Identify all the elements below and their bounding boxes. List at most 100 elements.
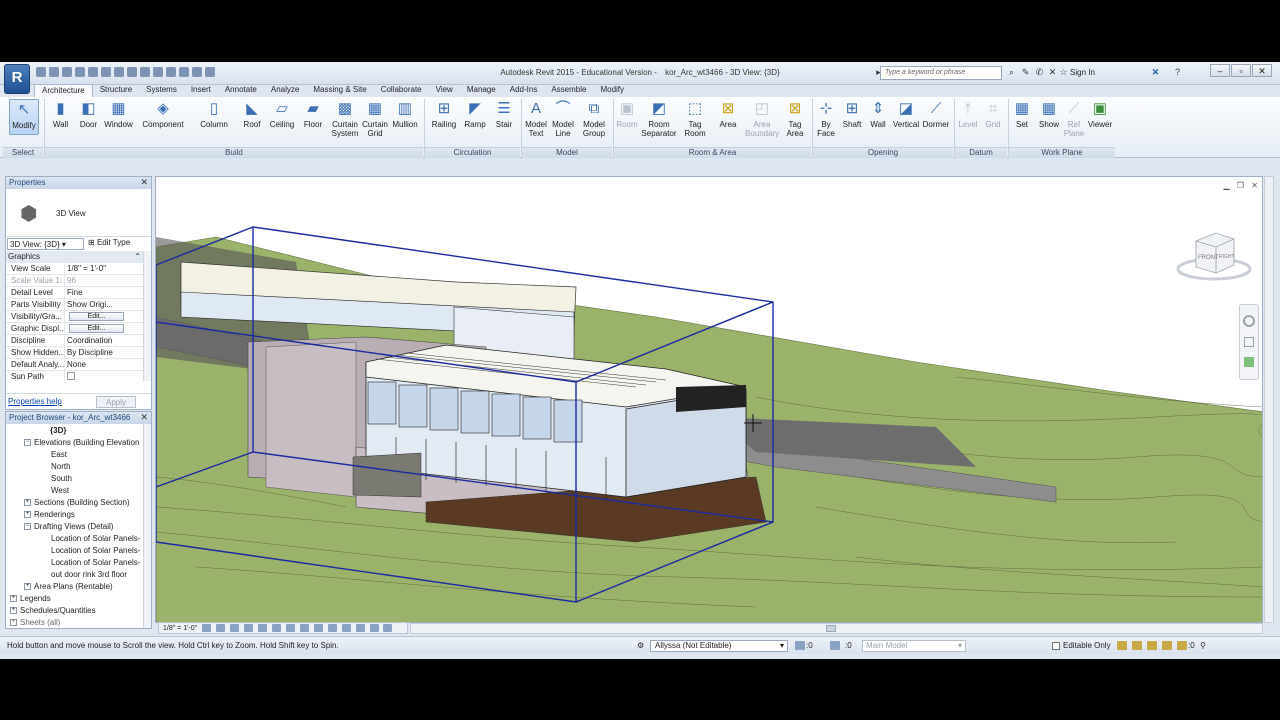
property-value[interactable]: 1/8" = 1'-0" — [65, 263, 126, 274]
property-value[interactable]: By Discipline — [65, 347, 126, 358]
set-work-plane-button[interactable]: ▦ Set — [1010, 99, 1034, 129]
model-line-button[interactable]: ⌒ Model Line — [550, 99, 576, 138]
collapse-icon[interactable]: − — [24, 439, 31, 447]
tab-add-ins[interactable]: Add-Ins — [503, 84, 545, 97]
model-text-button[interactable]: A Model Text — [523, 99, 549, 138]
active-workset-dropdown[interactable]: Allyssa (Not Editable) ▾ — [650, 640, 788, 652]
shaft-button[interactable]: ⊞ Shaft — [840, 99, 864, 129]
show-crop-icon[interactable] — [285, 624, 295, 633]
lock-view-icon[interactable] — [299, 624, 309, 633]
subscription-icon[interactable]: ✎ — [1020, 67, 1031, 78]
viewport-horizontal-scrollbar[interactable] — [410, 623, 1263, 634]
tree-item-drafting-view[interactable]: Location of Solar Panels- — [51, 534, 140, 543]
orbit-icon[interactable] — [1244, 357, 1254, 367]
tree-item-drafting-view[interactable]: Location of Solar Panels- — [51, 558, 140, 567]
railing-button[interactable]: ⊞ Railing — [429, 99, 459, 129]
tag-area-button[interactable]: ⊠ Tag Area — [782, 99, 808, 138]
minimize-view-icon[interactable]: ▁ — [1224, 181, 1230, 190]
tab-annotate[interactable]: Annotate — [218, 84, 264, 97]
ramp-button[interactable]: ◤ Ramp — [462, 99, 488, 129]
expand-icon[interactable]: + — [24, 583, 31, 591]
visibility-edit-button[interactable]: Edit... — [69, 312, 124, 321]
tree-item-legends[interactable]: + Legends — [10, 594, 51, 603]
viewcube[interactable]: FRONT RIGHT — [1176, 229, 1252, 285]
highlight-displacement-icon[interactable] — [369, 624, 379, 633]
grid-button[interactable]: ⌗ Grid — [981, 99, 1005, 129]
close-button[interactable]: ✕ — [1252, 64, 1272, 77]
tab-modify[interactable]: Modify — [593, 84, 631, 97]
drag-elements-icon[interactable] — [1177, 641, 1187, 650]
project-browser-scrollbar[interactable] — [143, 424, 151, 628]
select-links-icon[interactable] — [1117, 641, 1127, 650]
detail-level-icon[interactable] — [202, 624, 212, 633]
scroll-thumb[interactable] — [826, 625, 836, 632]
steering-wheel-icon[interactable] — [1243, 315, 1255, 327]
shadows-icon[interactable] — [243, 624, 253, 633]
mullion-button[interactable]: ▥ Mullion — [390, 99, 420, 129]
graphics-section-header[interactable]: Graphics ⌃ — [6, 251, 151, 263]
tree-item-renderings[interactable]: + Renderings — [24, 510, 75, 519]
edit-type-button[interactable]: ⊞ Edit Type — [88, 238, 130, 247]
wall-opening-button[interactable]: ⇕ Wall — [866, 99, 890, 129]
property-value[interactable]: None — [65, 359, 126, 370]
vertical-button[interactable]: ◪ Vertical — [891, 99, 921, 129]
graphic-display-edit-button[interactable]: Edit... — [69, 324, 124, 333]
expand-icon[interactable]: + — [10, 607, 17, 615]
area-button[interactable]: ⊠ Area — [714, 99, 742, 129]
maximize-button[interactable]: ▫ — [1231, 64, 1251, 77]
tab-manage[interactable]: Manage — [460, 84, 503, 97]
editable-only-checkbox[interactable] — [1052, 641, 1060, 650]
close-icon[interactable]: ✕ — [140, 412, 148, 423]
tree-item-area-plans[interactable]: + Area Plans (Rentable) — [24, 582, 113, 591]
reveal-constraints-icon[interactable] — [383, 624, 393, 633]
tab-assemble[interactable]: Assemble — [544, 84, 593, 97]
select-pinned-icon[interactable] — [1147, 641, 1157, 650]
tab-view[interactable]: View — [429, 84, 460, 97]
tag-room-button[interactable]: ⬚ Tag Room — [682, 99, 708, 138]
window-button[interactable]: ▦ Window — [102, 99, 135, 129]
tree-item-west[interactable]: West — [51, 486, 69, 495]
roof-button[interactable]: ◣ Roof — [240, 99, 264, 129]
worksharing-display-icon[interactable] — [341, 624, 351, 633]
close-view-icon[interactable]: ✕ — [1251, 181, 1258, 190]
viewcube-right-label[interactable]: RIGHT — [1219, 254, 1235, 260]
apply-button[interactable]: Apply — [96, 396, 136, 408]
tab-collaborate[interactable]: Collaborate — [374, 84, 429, 97]
tree-item-south[interactable]: South — [51, 474, 72, 483]
reveal-hidden-icon[interactable] — [327, 624, 337, 633]
design-options-icon[interactable] — [830, 641, 840, 650]
select-panel-label[interactable]: Select — [3, 147, 43, 158]
tree-item-elevations[interactable]: − Elevations (Building Elevation — [24, 438, 139, 447]
tree-item-drafting-view[interactable]: out door rink 3rd floor — [51, 570, 127, 579]
expand-icon[interactable]: + — [24, 499, 31, 507]
crop-view-icon[interactable] — [271, 624, 281, 633]
expand-icon[interactable]: + — [10, 595, 17, 603]
tree-item-drafting-views[interactable]: − Drafting Views (Detail) — [24, 522, 113, 531]
help-icon[interactable]: ? — [1172, 67, 1183, 78]
column-button[interactable]: ▯ Column — [197, 99, 231, 129]
tab-massing-site[interactable]: Massing & Site — [306, 84, 373, 97]
expand-icon[interactable]: + — [24, 511, 31, 519]
view-scale-button[interactable]: 1/8" = 1'-0" — [159, 625, 197, 632]
editing-requests-icon[interactable] — [795, 641, 805, 650]
tree-item-3d[interactable]: {3D} — [50, 426, 66, 435]
help-search-input[interactable]: Type a keyword or phrase — [880, 66, 1002, 80]
properties-scrollbar[interactable] — [143, 251, 151, 381]
view-instance-dropdown[interactable]: 3D View: {3D} ▾ — [7, 238, 84, 250]
modify-button[interactable]: ↖ Modify — [9, 99, 39, 135]
stair-button[interactable]: ☰ Stair — [491, 99, 517, 129]
tab-architecture[interactable]: Architecture — [34, 84, 93, 98]
properties-help-link[interactable]: Properties help — [8, 397, 62, 406]
sun-path-icon[interactable] — [230, 624, 239, 633]
tree-item-schedules[interactable]: + Schedules/Quantities — [10, 606, 96, 615]
collapse-icon[interactable]: − — [24, 523, 31, 531]
room-area-panel-label[interactable]: Room & Area — [614, 147, 811, 158]
zoom-icon[interactable] — [1244, 337, 1254, 347]
curtain-grid-button[interactable]: ▦ Curtain Grid — [360, 99, 390, 138]
property-value[interactable]: Fine — [65, 287, 126, 298]
curtain-system-button[interactable]: ▩ Curtain System — [330, 99, 360, 138]
tab-insert[interactable]: Insert — [184, 84, 218, 97]
model-group-button[interactable]: ⧉ Model Group — [580, 99, 608, 138]
select-underlay-icon[interactable] — [1132, 641, 1142, 650]
application-menu-button[interactable]: R — [4, 64, 30, 94]
